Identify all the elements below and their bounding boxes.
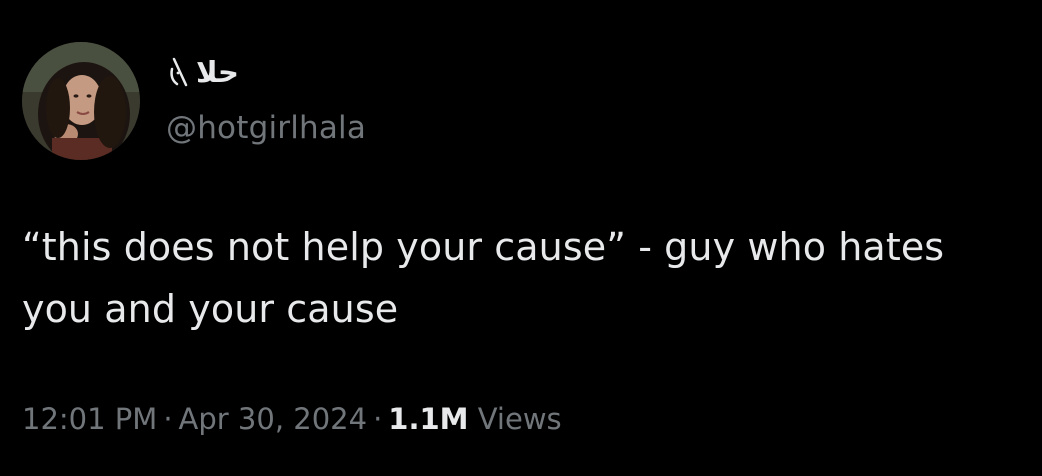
tweet-time[interactable]: 12:01 PM — [22, 402, 157, 436]
meta-separator: · — [373, 402, 383, 436]
views-count[interactable]: 1.1M — [388, 402, 468, 436]
author-handle[interactable]: @hotgirlhala — [166, 110, 366, 146]
views-label: Views — [477, 402, 562, 436]
avatar-photo — [22, 42, 140, 160]
tweet-text: “this does not help your cause” - guy wh… — [22, 225, 945, 331]
tweet-card: حلا @hotgirlhala “this does not help you… — [0, 0, 1042, 476]
avatar[interactable] — [22, 42, 140, 160]
author-display-name[interactable]: حلا — [168, 52, 239, 92]
watermelon-slice-icon — [168, 57, 190, 87]
tweet-meta: 12:01 PM · Apr 30, 2024 · 1.1M Views — [22, 402, 562, 436]
tweet-date[interactable]: Apr 30, 2024 — [179, 402, 368, 436]
meta-separator: · — [163, 402, 173, 436]
display-name-text: حلا — [196, 55, 239, 89]
